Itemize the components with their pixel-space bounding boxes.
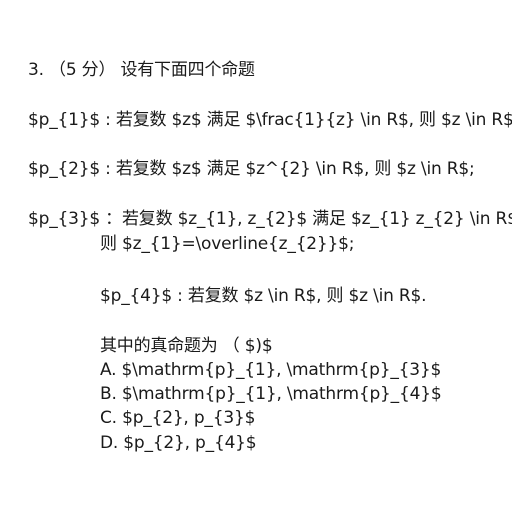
proposition-p1: $p_{1}$ : 若复数 $z$ 满足 $\frac{1}{z} \in R$…	[28, 110, 512, 130]
option-c: C. $p_{2}, p_{3}$	[100, 408, 256, 428]
option-d: D. $p_{2}, p_{4}$	[100, 433, 257, 453]
proposition-p3-line1: $p_{3}$ ：若复数 $z_{1}, z_{2}$ 满足 $z_{1} z_…	[28, 209, 512, 229]
question-stem: 其中的真命题为 （ $)$	[100, 336, 273, 356]
option-a: A. $\mathrm{p}_{1}, \mathrm{p}_{3}$	[100, 360, 442, 380]
proposition-p3-line2: 则 $z_{1}=\overline{z_{2}}$;	[100, 234, 355, 254]
question-title: 3. （5 分） 设有下面四个命题	[28, 60, 255, 80]
proposition-p4: $p_{4}$ : 若复数 $z \in R$, 则 $z \in R$.	[100, 286, 427, 306]
option-b: B. $\mathrm{p}_{1}, \mathrm{p}_{4}$	[100, 384, 442, 404]
proposition-p2: $p_{2}$ : 若复数 $z$ 满足 $z^{2} \in R$, 则 $z…	[28, 159, 475, 179]
